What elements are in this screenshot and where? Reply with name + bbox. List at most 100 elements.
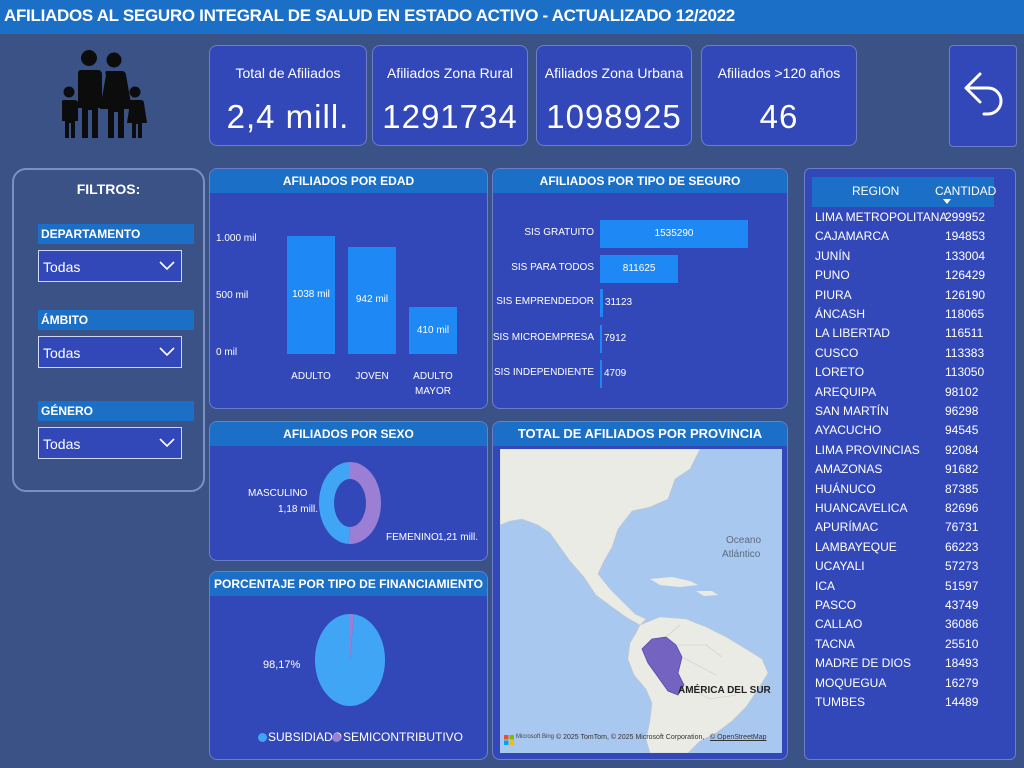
insurance-bar-chart: SIS GRATUITO 1535290 SIS PARA TODOS 811625 S…	[492, 193, 787, 408]
bar-data-label: 1535290	[654, 228, 694, 239]
openstreetmap-link[interactable]: © OpenStreetMap	[710, 734, 767, 741]
kpi-label: Afiliados Zona Urbana	[544, 65, 684, 81]
back-button[interactable]	[949, 45, 1017, 147]
table-row[interactable]: JUNÍN 133004	[805, 248, 1005, 267]
region-name: MADRE DE DIOS	[815, 656, 912, 671]
panel-title: TOTAL DE AFILIADOS POR PROVINCIA	[493, 422, 787, 446]
column-header-region[interactable]: REGION	[852, 184, 899, 198]
ambito-dropdown[interactable]: Todas	[38, 336, 182, 368]
table-row[interactable]: TACNA 25510	[805, 636, 1005, 655]
dropdown-value: Todas	[43, 345, 81, 361]
legend-dot-semicontributivo	[332, 733, 341, 742]
table-row[interactable]: AYACUCHO 94545	[805, 422, 1005, 441]
y-tick-label: 1.000 mil	[216, 233, 257, 244]
region-name: LIMA METROPOLITANA	[815, 210, 948, 224]
panel-financiamiento: PORCENTAJE POR TIPO DE FINANCIAMIENTO 98…	[209, 571, 488, 760]
chevron-down-icon	[159, 347, 175, 357]
region-count: 94545	[945, 423, 979, 438]
bar-data-label: 1038 mil	[292, 288, 330, 300]
region-name: CUSCO	[815, 345, 859, 360]
kpi-total-afiliados: Total de Afiliados 2,4 mill.	[209, 45, 367, 146]
table-row[interactable]: CALLAO 36086	[805, 616, 1005, 635]
region-count: 76731	[945, 520, 979, 535]
kpi-mayores-120: Afiliados >120 años 46	[701, 45, 857, 146]
y-tick-label: 500 mil	[216, 290, 249, 301]
table-row[interactable]: LIMA PROVINCIAS 92084	[805, 442, 1005, 461]
table-row[interactable]: LORETO 113050	[805, 364, 1005, 383]
table-row[interactable]: LAMBAYEQUE 66223	[805, 539, 1005, 558]
region-name: HUÁNUCO	[815, 481, 876, 496]
dropdown-value: Todas	[43, 436, 81, 452]
region-name: TACNA	[815, 636, 855, 651]
table-row[interactable]: CUSCO 113383	[805, 345, 1005, 364]
panel-afiliados-por-edad: AFILIADOS POR EDAD 1.000 mil 500 mil 0 mil…	[209, 168, 488, 409]
table-row[interactable]: AMAZONAS 91682	[805, 461, 1005, 480]
table-row[interactable]: APURÍMAC 76731	[805, 519, 1005, 538]
table-row[interactable]: ÁNCASH 118065	[805, 306, 1005, 325]
table-row[interactable]: SAN MARTÍN 96298	[805, 403, 1005, 422]
departamento-dropdown[interactable]: Todas	[38, 250, 182, 282]
table-row[interactable]: ICA 51597	[805, 578, 1005, 597]
table-row[interactable]: LIMA METROPOLITANA 299952	[805, 209, 1005, 228]
value-femenino: 1,21 mill.	[438, 532, 479, 543]
region-count: 126190	[945, 287, 986, 302]
region-name: TUMBES	[815, 695, 866, 709]
genero-dropdown[interactable]: Todas	[38, 427, 182, 459]
bar-data-label: 4709	[604, 368, 627, 379]
panel-mapa-provincias: TOTAL DE AFILIADOS POR PROVINCIA Oceano …	[492, 421, 788, 760]
y-category-label: SIS EMPRENDEDOR	[496, 296, 594, 307]
table-row[interactable]: AREQUIPA 98102	[805, 384, 1005, 403]
donut-slice-femenino	[348, 462, 381, 544]
table-row[interactable]: TUMBES 14489	[805, 694, 1005, 713]
table-row[interactable]: PUNO 126429	[805, 267, 1005, 286]
y-category-label: SIS GRATUITO	[524, 227, 594, 238]
region-count: 118065	[945, 307, 985, 321]
insurance-bar[interactable]	[600, 289, 603, 317]
bar-data-label: 31123	[605, 297, 633, 308]
panel-afiliados-por-sexo: AFILIADOS POR SEXO MASCULINO 1,18 mill. …	[209, 421, 488, 561]
bar-data-label: 410 mil	[416, 324, 450, 336]
region-count: 14489	[945, 695, 979, 709]
table-row[interactable]: MADRE DE DIOS 18493	[805, 655, 1005, 674]
table-row[interactable]: CAJAMARCA 194853	[805, 228, 1005, 247]
map-canvas[interactable]: Oceano Atlántico AMÉRICA DEL SUR Microso…	[500, 449, 782, 753]
kpi-value: 1098925	[546, 98, 682, 135]
insurance-bar[interactable]	[600, 360, 602, 388]
region-count: 18493	[945, 656, 979, 671]
table-header: REGION CANTIDAD	[812, 177, 996, 207]
region-name: PASCO	[815, 598, 857, 612]
region-name: SAN MARTÍN	[815, 404, 889, 418]
region-name: PIURA	[815, 287, 852, 302]
panel-afiliados-por-tipo-seguro: AFILIADOS POR TIPO DE SEGURO SIS GRATUIT…	[492, 168, 788, 409]
title-bar: AFILIADOS AL SEGURO INTEGRAL DE SALUD EN…	[0, 0, 1024, 34]
chevron-down-icon	[159, 438, 175, 448]
panel-title: PORCENTAJE POR TIPO DE FINANCIAMIENTO	[210, 572, 487, 596]
insurance-bar[interactable]	[600, 325, 602, 353]
value-masculino: 1,18 mill.	[278, 504, 319, 515]
table-row[interactable]: PASCO 43749	[805, 597, 1005, 616]
x-category-label: ADULTO MAYOR	[413, 371, 453, 397]
region-name: LAMBAYEQUE	[815, 539, 897, 554]
region-count: 98102	[945, 384, 979, 399]
table-row[interactable]: UCAYALI 57273	[805, 558, 1005, 577]
bing-logo-icon	[504, 732, 514, 745]
table-row[interactable]: HUÁNUCO 87385	[805, 481, 1005, 500]
region-count: 126429	[945, 268, 986, 283]
table-row[interactable]: LA LIBERTAD 116511	[805, 325, 1005, 344]
region-count: 66223	[945, 539, 979, 554]
bar-data-label: 942 mil	[355, 294, 389, 306]
table-row[interactable]: PIURA 126190	[805, 287, 1005, 306]
table-row[interactable]: HUANCAVELICA 82696	[805, 500, 1005, 519]
region-name: LORETO	[815, 365, 865, 380]
region-count: 91682	[945, 462, 979, 477]
region-count: 87385	[945, 481, 979, 496]
region-name: MOQUEGUA	[815, 675, 887, 690]
kpi-value: 2,4 mill.	[226, 98, 350, 135]
region-count: 116511	[945, 326, 984, 341]
y-category-label: SIS MICROEMPRESA	[492, 332, 594, 343]
region-count: 299952	[945, 210, 986, 224]
column-header-cantidad[interactable]: CANTIDAD	[935, 184, 996, 198]
continent-label: AMÉRICA DEL SUR	[678, 685, 771, 696]
table-row[interactable]: MOQUEGUA 16279	[805, 675, 1005, 694]
family-icon	[58, 46, 148, 142]
